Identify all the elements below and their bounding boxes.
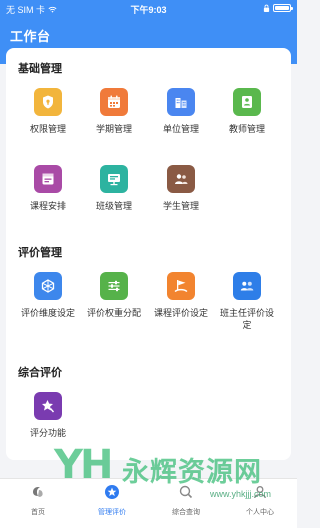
sliders-icon [100,272,128,300]
flag-icon [167,272,195,300]
tab-label: 管理评价 [98,509,126,516]
workbench-card: 基础管理 权限管理 学期管理 单位管理 教师管理 课程安排 班级管理 学生管理 … [6,48,291,460]
menu-item-label: 班主任评价设定 [219,308,274,330]
menu-item-weight[interactable]: 评价权重分配 [84,272,144,319]
query-icon [179,485,193,499]
tab-home[interactable]: 首页 [8,484,68,517]
battery-icon [273,4,293,12]
tab-label: 个人中心 [246,509,274,516]
menu-item-class[interactable]: 班级管理 [84,165,144,212]
star-icon [34,392,62,420]
tab-label: 综合查询 [172,509,200,516]
menu-item-label: 教师管理 [228,124,265,134]
section-title-evaluation: 评价管理 [18,247,62,259]
menu-item-label: 评价维度设定 [20,308,75,318]
tab-profile[interactable]: 个人中心 [230,484,290,517]
tab-query[interactable]: 综合查询 [156,484,216,517]
calendar-icon [100,88,128,116]
page-title: 工作台 [10,29,51,44]
status-bar: 无 SIM 卡 下午9:03 [0,0,297,18]
menu-item-label: 评价权重分配 [86,308,141,318]
user-icon [254,486,266,499]
orientation-lock-icon [263,4,270,12]
menu-item-scoring[interactable]: 评分功能 [18,392,78,439]
menu-item-label: 班级管理 [95,201,132,211]
star-tab-icon [105,485,119,499]
tab-label: 首页 [31,509,45,516]
menu-item-label: 课程评价设定 [153,308,208,318]
people-icon [233,272,261,300]
bottom-tabbar: 首页 管理评价 综合查询 个人中心 [0,478,297,528]
menu-item-permission[interactable]: 权限管理 [18,88,78,135]
dimension-icon [34,272,62,300]
menu-item-teacher[interactable]: 教师管理 [217,88,277,135]
menu-item-label: 权限管理 [29,124,66,134]
menu-item-student[interactable]: 学生管理 [151,165,211,212]
menu-item-label: 学生管理 [162,201,199,211]
menu-item-dimension[interactable]: 评价维度设定 [18,272,78,319]
menu-item-label: 课程安排 [29,201,66,211]
course-icon [34,165,62,193]
menu-item-headteacher-eval[interactable]: 班主任评价设定 [217,272,277,331]
menu-item-semester[interactable]: 学期管理 [84,88,144,135]
teacher-icon [233,88,261,116]
clock: 下午9:03 [130,5,167,15]
menu-item-label: 单位管理 [162,124,199,134]
menu-item-course-eval[interactable]: 课程评价设定 [151,272,211,319]
tab-management[interactable]: 管理评价 [82,484,142,517]
menu-item-label: 评分功能 [29,428,66,438]
classroom-icon [100,165,128,193]
section-title-basic: 基础管理 [18,63,62,75]
shield-icon [34,88,62,116]
students-icon [167,165,195,193]
status-right [263,4,293,12]
menu-item-course[interactable]: 课程安排 [18,165,78,212]
menu-item-unit[interactable]: 单位管理 [151,88,211,135]
building-icon [167,88,195,116]
home-icon [33,487,43,497]
section-title-comprehensive: 综合评价 [18,367,62,379]
menu-item-label: 学期管理 [95,124,132,134]
